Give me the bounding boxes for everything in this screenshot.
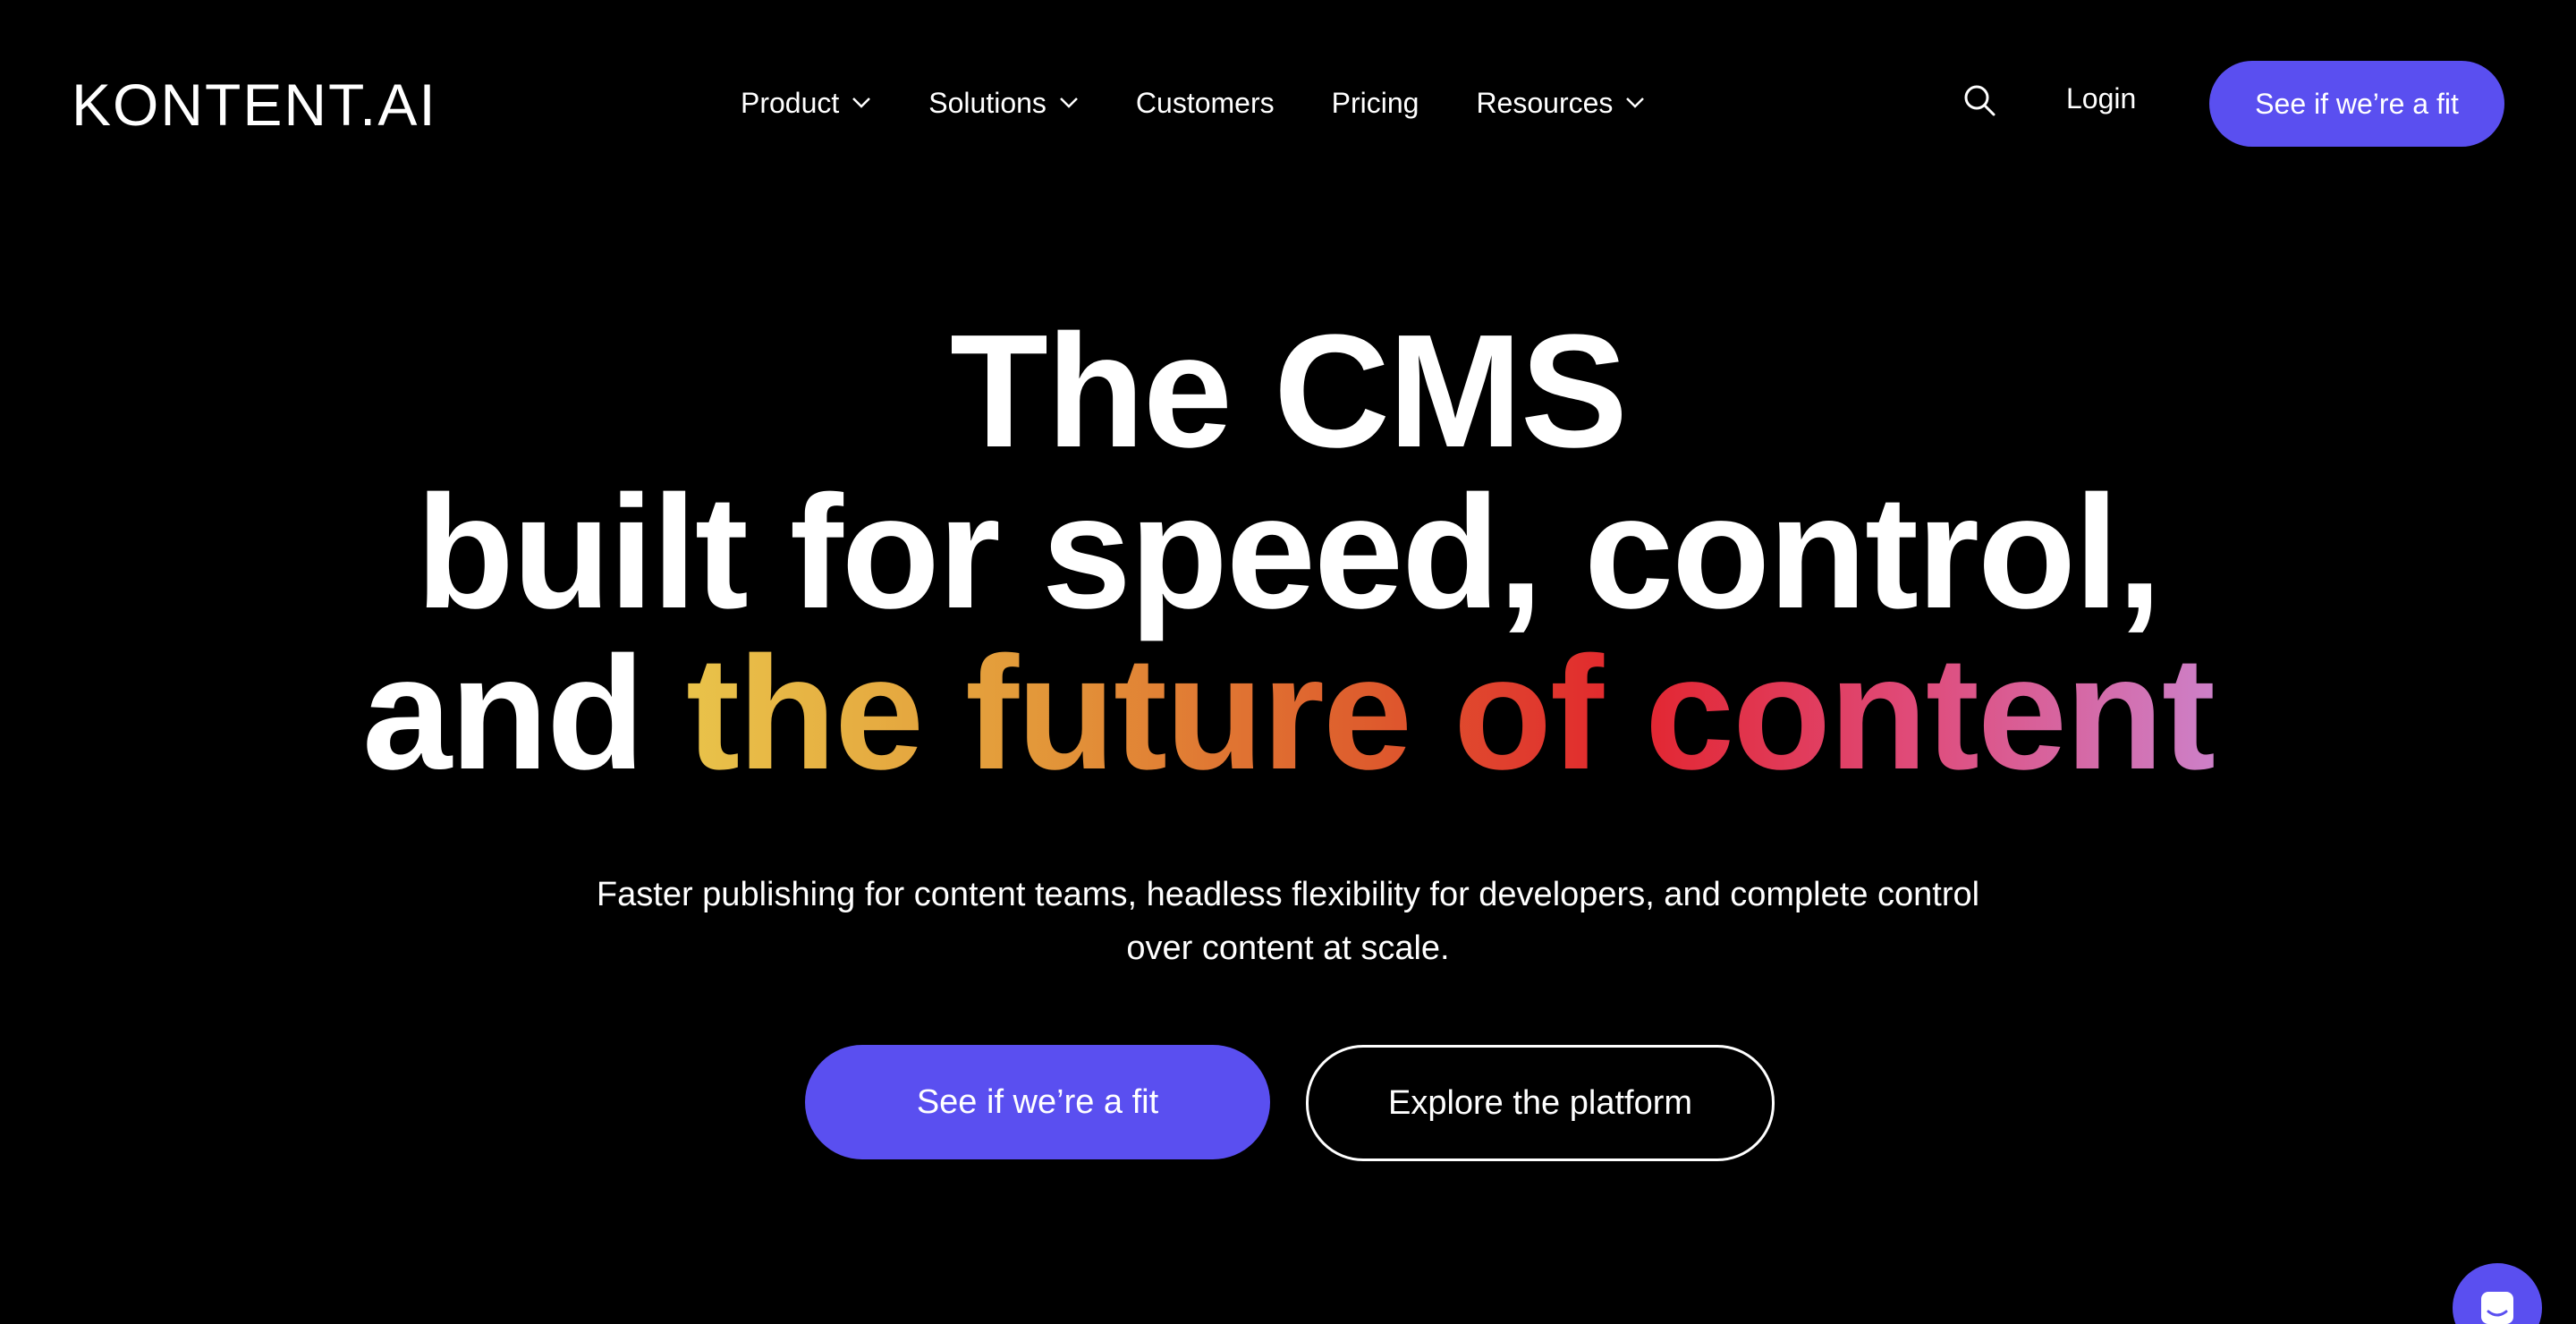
nav-item-label: Pricing [1331, 86, 1419, 119]
search-icon [1964, 85, 1996, 116]
chat-icon [2481, 1292, 2513, 1324]
hero-title-gradient: the future of content [686, 624, 2216, 803]
nav-item-customers[interactable]: Customers [1136, 87, 1275, 120]
nav-item-label: Customers [1135, 86, 1275, 119]
nav-item-solutions[interactable]: Solutions [928, 87, 1079, 120]
main-nav: Product Solutions Customers Pricing Reso… [741, 81, 1645, 125]
chat-widget-button[interactable] [2453, 1263, 2542, 1324]
hero-title-line-2: built for speed, control, [415, 463, 2162, 642]
hero-subtitle: Faster publishing for content teams, hea… [596, 876, 1980, 967]
nav-item-label: Solutions [928, 86, 1046, 119]
hero-title: The CMS built for speed, control, and th… [0, 311, 2576, 794]
nav-item-product[interactable]: Product [741, 87, 871, 120]
nav-item-label: Product [741, 86, 840, 119]
logo[interactable]: KONTENT.AI [72, 75, 437, 134]
hero-title-plain: and [362, 624, 687, 803]
nav-item-pricing[interactable]: Pricing [1332, 87, 1419, 120]
chevron-down-icon [852, 98, 871, 108]
login-link[interactable]: Login [2066, 82, 2136, 115]
fit-button[interactable]: See if we’re a fit [805, 1045, 1270, 1159]
nav-item-resources[interactable]: Resources [1476, 87, 1645, 120]
chevron-down-icon [1626, 98, 1645, 108]
page: KONTENT.AI Product Solutions Customers P… [0, 0, 2576, 1324]
chevron-down-icon [1060, 98, 1078, 108]
hero-title-line-3: and the future of content [0, 633, 2576, 794]
nav-item-label: Resources [1476, 86, 1614, 119]
hero-cta-row: See if we’re a fit Explore the platform [0, 1045, 2576, 1161]
site-header: KONTENT.AI Product Solutions Customers P… [0, 0, 2576, 206]
header-cta-button[interactable]: See if we’re a fit [2209, 61, 2504, 147]
hero-title-line-1: The CMS [949, 301, 1628, 481]
search-button[interactable] [1962, 82, 1997, 118]
explore-platform-button[interactable]: Explore the platform [1306, 1045, 1775, 1161]
